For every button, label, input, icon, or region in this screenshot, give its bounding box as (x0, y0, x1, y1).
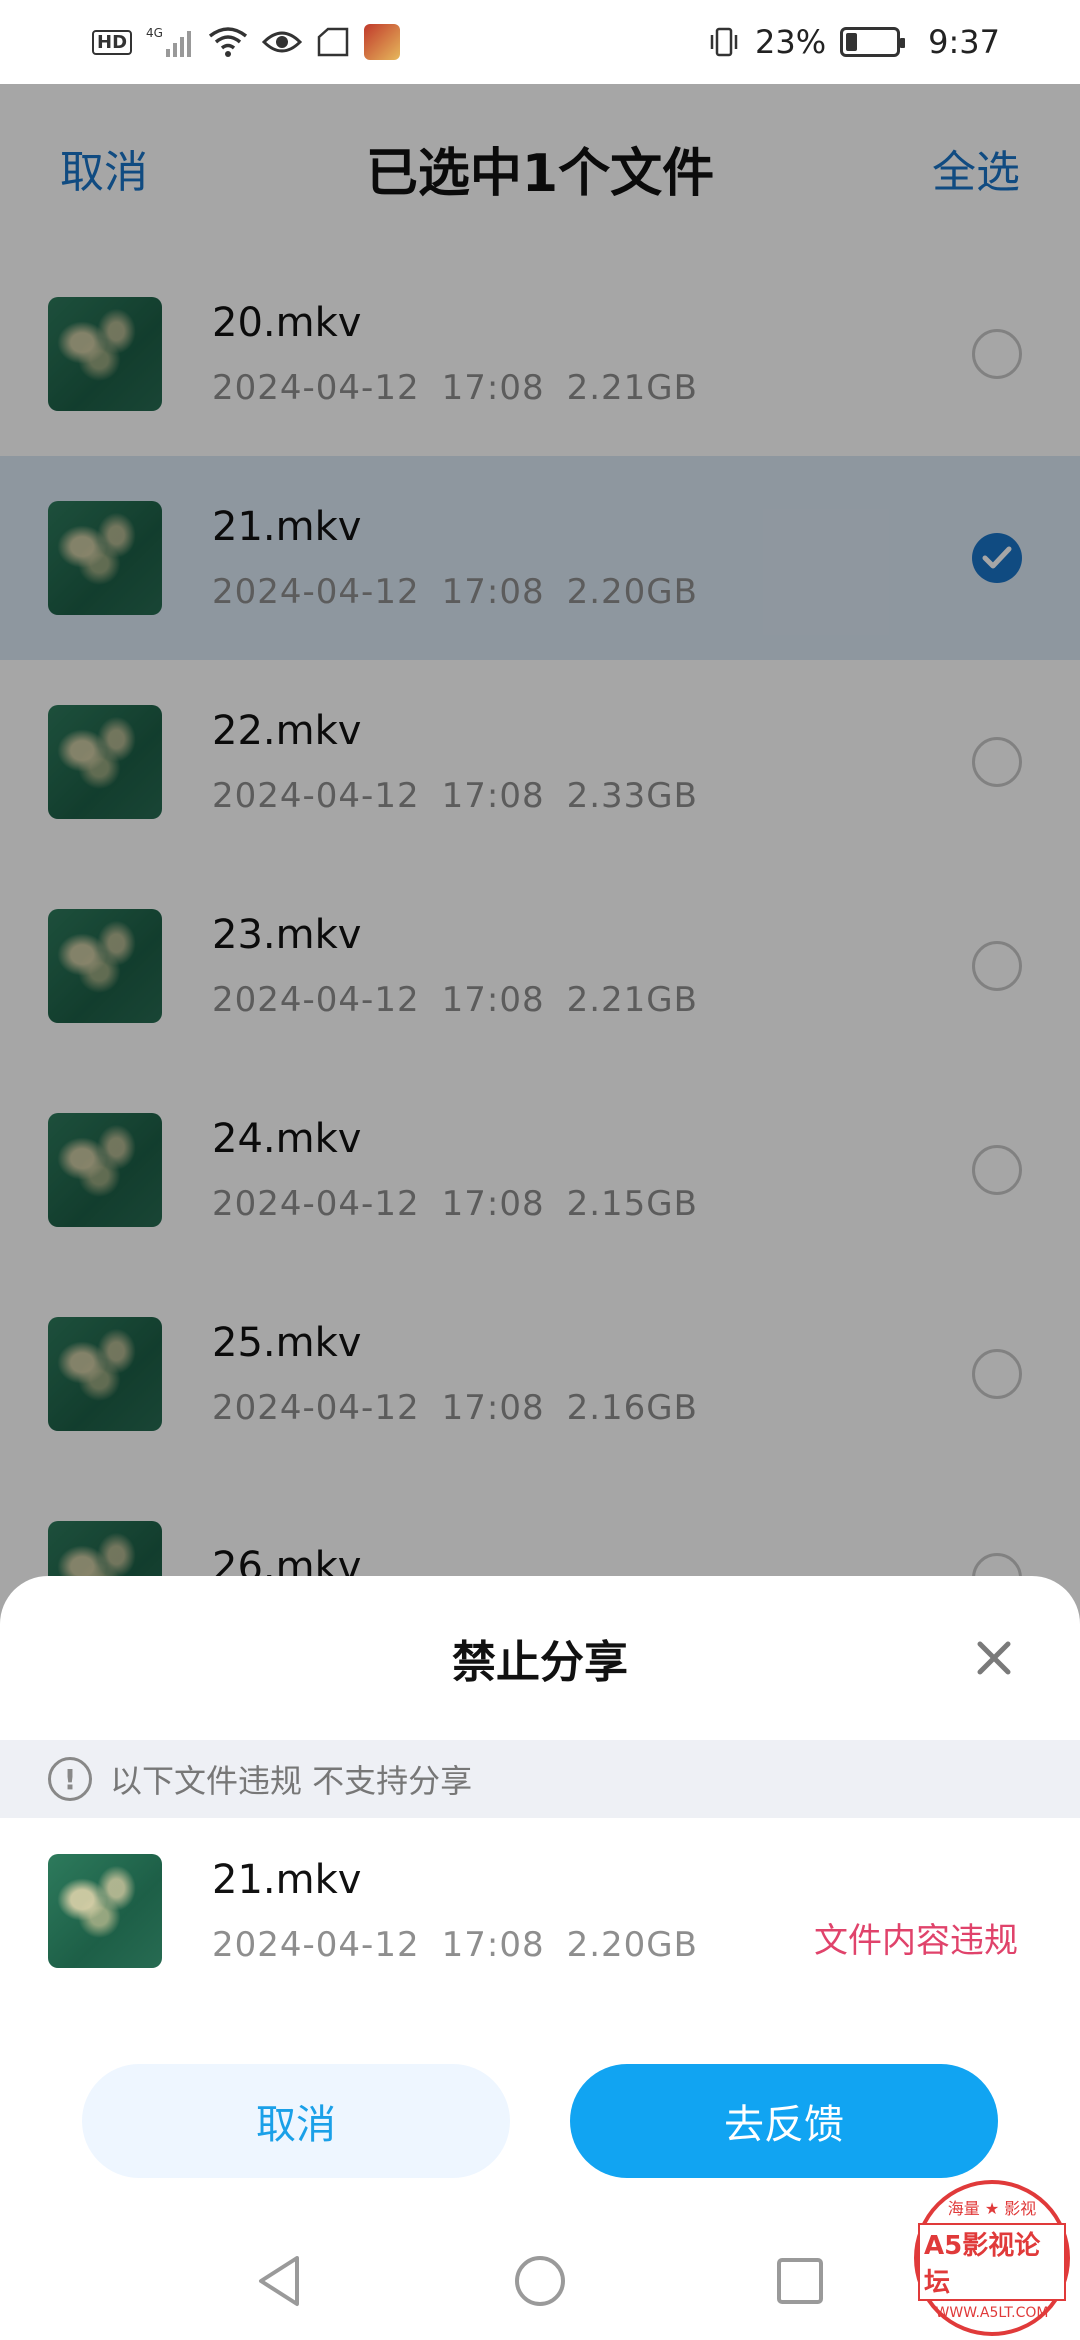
sheet-header: 禁止分享 (0, 1576, 1080, 1740)
eye-icon (262, 28, 303, 56)
hd-icon: HD (92, 29, 133, 55)
folder-icon (316, 27, 350, 57)
file-name: 21.mkv (212, 1857, 362, 1903)
wifi-icon (208, 26, 248, 58)
status-bar: HD 4G 23% 9:37 (0, 0, 1080, 84)
status-left: HD 4G (92, 24, 401, 60)
warning-banner: ! 以下文件违规 不支持分享 (0, 1740, 1080, 1818)
stamp-url-text: WWW.A5LT.COM (935, 2305, 1049, 2321)
warning-text: 以下文件违规 不支持分享 (110, 1762, 473, 1800)
home-icon[interactable] (510, 2251, 570, 2311)
violating-file-item: 21.mkv 2024-04-12 17:08 2.20GB 文件内容违规 (0, 1818, 1080, 2004)
recents-icon[interactable] (770, 2251, 830, 2311)
violation-label: 文件内容违规 (814, 1921, 1018, 1961)
clock: 9:37 (928, 23, 1000, 61)
network-type-label: 4G (146, 26, 163, 40)
back-icon[interactable] (250, 2251, 310, 2311)
app-notification-icon (364, 24, 401, 60)
video-thumbnail (48, 1854, 162, 1968)
file-date: 2024-04-12 (212, 1925, 420, 1965)
battery-icon (840, 27, 906, 57)
sheet-title: 禁止分享 (452, 1637, 628, 1688)
file-size: 2.20GB (566, 1925, 698, 1965)
file-info: 21.mkv 2024-04-12 17:08 2.20GB (212, 1857, 698, 1965)
exclamation-icon: ! (48, 1757, 92, 1801)
watermark-stamp: 海量 ★ 影视 A5影视论坛 WWW.A5LT.COM (914, 2180, 1070, 2336)
cancel-button[interactable]: 取消 (82, 2064, 510, 2178)
file-meta: 2024-04-12 17:08 2.20GB (212, 1925, 698, 1965)
signal-icon: 4G (146, 25, 194, 59)
stamp-top-text: 海量 ★ 影视 (947, 2199, 1037, 2218)
stamp-main-text: A5影视论坛 (918, 2223, 1066, 2301)
file-time: 17:08 (441, 1925, 545, 1965)
feedback-button[interactable]: 去反馈 (570, 2064, 998, 2178)
sheet-actions: 取消 去反馈 (0, 2064, 1080, 2178)
close-icon[interactable] (966, 1630, 1022, 1686)
screen: HD 4G 23% 9:37 取消 已选中1个文件 全选 20.mkv 2024… (0, 0, 1080, 2340)
vibrate-icon (707, 26, 741, 58)
battery-fill (846, 33, 858, 51)
status-right: 23% 9:37 (707, 23, 1000, 61)
battery-percent: 23% (755, 23, 827, 61)
